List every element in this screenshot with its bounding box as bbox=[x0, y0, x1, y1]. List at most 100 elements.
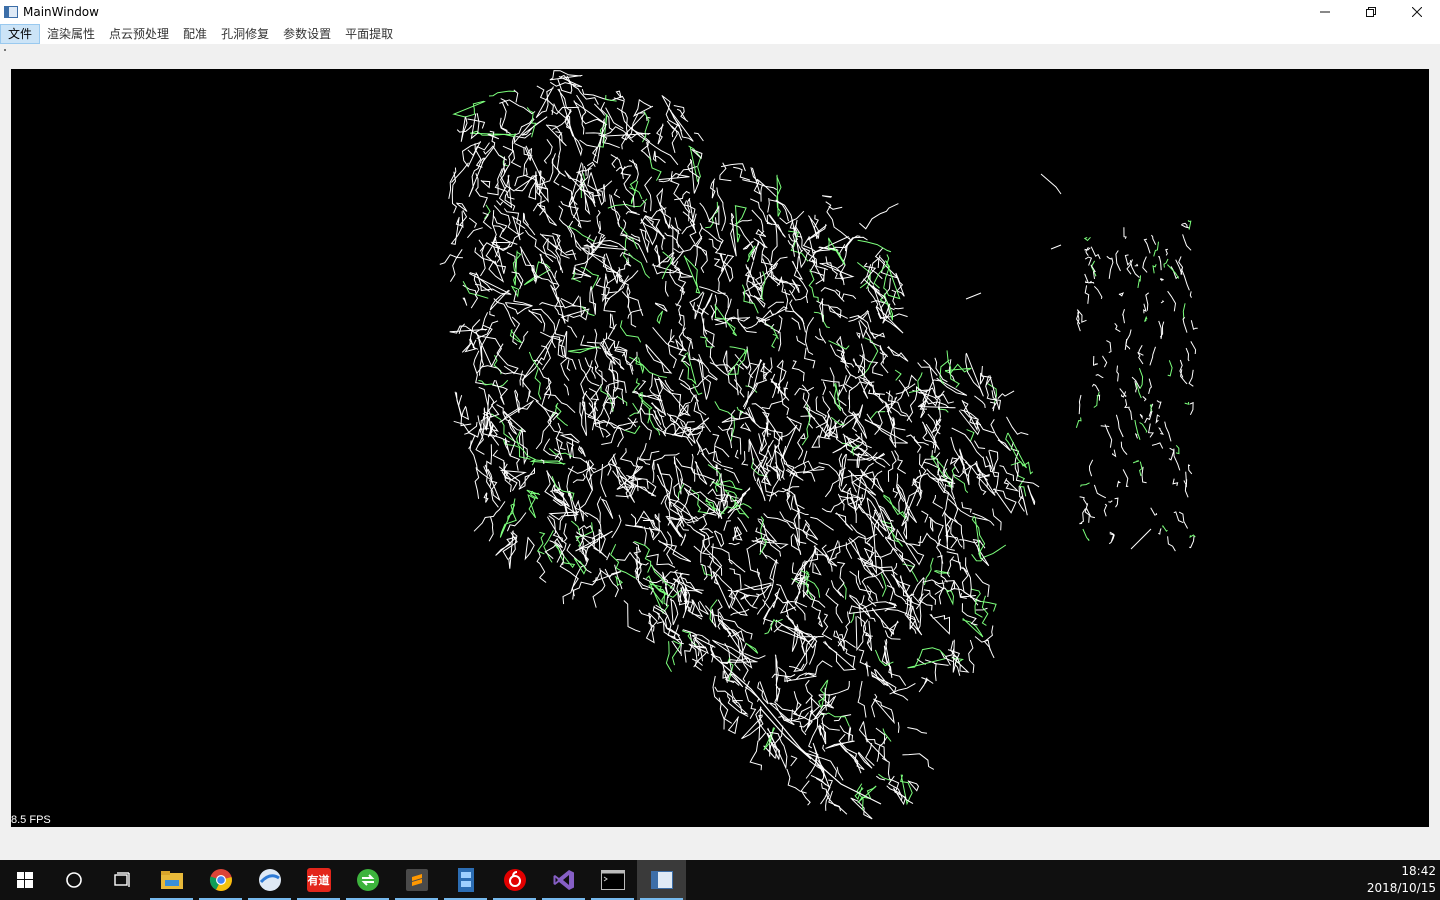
edge-stroke bbox=[1142, 256, 1148, 273]
search-button[interactable] bbox=[49, 860, 98, 900]
edge-stroke bbox=[475, 415, 485, 455]
edge-stroke bbox=[1120, 441, 1128, 455]
edge-stroke bbox=[983, 625, 995, 659]
edge-stroke bbox=[693, 132, 704, 142]
edge-stroke bbox=[1086, 508, 1096, 519]
edge-stroke bbox=[491, 210, 501, 258]
edge-stroke bbox=[458, 323, 466, 335]
edge-stroke bbox=[461, 405, 470, 421]
edge-stroke bbox=[749, 740, 763, 771]
edge-stroke bbox=[774, 654, 781, 702]
edge-stroke bbox=[851, 418, 859, 432]
edge-stroke bbox=[1079, 496, 1088, 506]
edge-stroke bbox=[458, 395, 472, 427]
edge-stroke bbox=[1145, 292, 1150, 311]
edge-stroke bbox=[554, 296, 566, 324]
edge-stroke bbox=[857, 239, 892, 253]
menu-registration[interactable]: 配准 bbox=[176, 24, 214, 44]
edge-stroke bbox=[898, 379, 910, 397]
taskbar: 有道 bbox=[0, 860, 1440, 900]
edge-stroke bbox=[535, 86, 554, 119]
edge-stroke bbox=[526, 391, 530, 403]
pointcloud-viewport[interactable]: 8.5 FPS bbox=[11, 69, 1429, 827]
edge-stroke bbox=[990, 419, 1003, 444]
taskbar-film-app[interactable] bbox=[441, 860, 490, 900]
minimize-button[interactable] bbox=[1302, 0, 1348, 23]
edge-stroke bbox=[722, 350, 728, 372]
edge-stroke bbox=[857, 680, 867, 718]
toolbar-grip[interactable] bbox=[4, 49, 6, 51]
edge-stroke bbox=[560, 330, 568, 358]
taskbar-netease-music[interactable] bbox=[490, 860, 539, 900]
edge-stroke bbox=[581, 537, 589, 567]
edge-stroke bbox=[917, 362, 938, 376]
edge-stroke bbox=[727, 367, 739, 396]
edge-stroke bbox=[674, 217, 682, 231]
menu-file[interactable]: 文件 bbox=[0, 23, 41, 44]
edge-stroke bbox=[609, 194, 621, 228]
edge-stroke bbox=[475, 173, 488, 208]
edge-stroke bbox=[654, 244, 661, 268]
edge-stroke bbox=[756, 477, 766, 502]
menu-hole-repair[interactable]: 孔洞修复 bbox=[214, 24, 276, 44]
menu-pointcloud-preprocess[interactable]: 点云预处理 bbox=[102, 24, 176, 44]
title-bar[interactable]: MainWindow bbox=[0, 0, 1440, 23]
taskbar-console[interactable] bbox=[588, 860, 637, 900]
taskbar-mainwindow[interactable] bbox=[637, 860, 686, 900]
menu-render-properties[interactable]: 渲染属性 bbox=[40, 24, 102, 44]
close-button[interactable] bbox=[1394, 0, 1440, 23]
edge-stroke bbox=[822, 381, 827, 396]
edge-stroke bbox=[966, 429, 975, 442]
edge-stroke bbox=[802, 450, 816, 482]
edge-stroke bbox=[821, 722, 840, 731]
edge-stroke bbox=[483, 145, 508, 161]
edge-stroke bbox=[819, 298, 824, 323]
edge-stroke bbox=[673, 624, 684, 645]
edge-stroke bbox=[841, 483, 863, 506]
edge-stroke bbox=[656, 123, 664, 145]
edge-stroke bbox=[1129, 260, 1140, 278]
edge-stroke bbox=[1135, 433, 1138, 439]
edge-stroke bbox=[1079, 522, 1083, 525]
taskbar-chrome[interactable] bbox=[196, 860, 245, 900]
edge-stroke bbox=[638, 380, 647, 390]
edge-stroke bbox=[1006, 416, 1029, 436]
netease-music-icon bbox=[503, 869, 526, 891]
taskbar-browser[interactable] bbox=[245, 860, 294, 900]
taskbar-file-explorer[interactable] bbox=[147, 860, 196, 900]
system-clock[interactable]: 18:42 2018/10/15 bbox=[1367, 860, 1436, 900]
start-button[interactable] bbox=[0, 860, 49, 900]
edge-stroke bbox=[496, 343, 519, 375]
taskbar-visual-studio[interactable] bbox=[539, 860, 588, 900]
edge-stroke bbox=[918, 532, 940, 547]
restore-button[interactable] bbox=[1348, 0, 1394, 23]
edge-stroke bbox=[644, 176, 653, 212]
taskbar-green-app[interactable] bbox=[343, 860, 392, 900]
taskbar-sublime[interactable] bbox=[392, 860, 441, 900]
edge-stroke bbox=[905, 535, 922, 547]
edge-stroke bbox=[713, 574, 719, 585]
task-view-button[interactable] bbox=[98, 860, 147, 900]
edge-stroke bbox=[449, 249, 463, 282]
edge-stroke bbox=[810, 516, 834, 531]
edge-stroke bbox=[518, 467, 535, 490]
edge-stroke bbox=[1027, 484, 1036, 505]
edge-stroke bbox=[710, 546, 733, 565]
edge-stroke bbox=[768, 702, 795, 726]
edge-stroke bbox=[524, 536, 535, 561]
menu-parameter-settings[interactable]: 参数设置 bbox=[276, 24, 338, 44]
edge-stroke bbox=[1092, 355, 1098, 366]
menu-plane-extraction[interactable]: 平面提取 bbox=[338, 24, 400, 44]
edge-stroke bbox=[539, 233, 558, 250]
edge-stroke bbox=[609, 313, 615, 330]
edge-stroke bbox=[777, 424, 798, 459]
edge-stroke bbox=[785, 468, 804, 481]
chrome-icon bbox=[209, 869, 232, 891]
edge-stroke bbox=[1084, 285, 1090, 304]
edge-stroke bbox=[873, 254, 890, 289]
edge-stroke bbox=[558, 205, 572, 238]
edge-stroke bbox=[769, 559, 778, 582]
taskbar-youdao[interactable]: 有道 bbox=[294, 860, 343, 900]
edge-stroke bbox=[870, 247, 883, 280]
edge-stroke bbox=[500, 102, 511, 135]
